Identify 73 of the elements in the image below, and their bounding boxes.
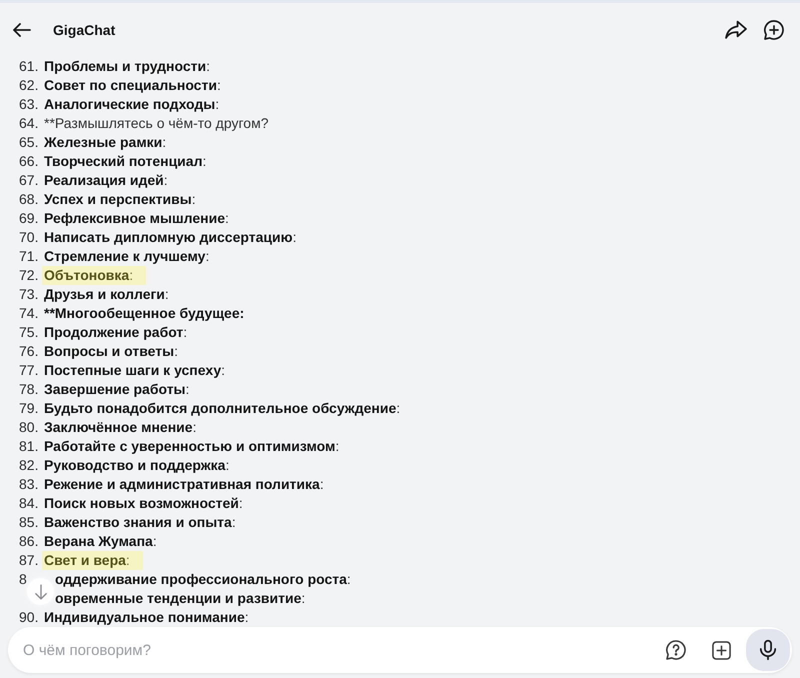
chat-bubble-plus-icon <box>764 20 784 40</box>
microphone-icon <box>760 639 776 661</box>
list-item-text: Железные рамки: <box>44 133 166 152</box>
list-item-text: Продолжение работ: <box>44 323 188 342</box>
item-number: 75. <box>19 324 38 340</box>
share-arrow-icon <box>725 20 747 40</box>
item-number: 79. <box>19 400 38 416</box>
chat-title: GigaChat <box>53 20 116 40</box>
list-item-text: **Многообещенное будущее: <box>44 304 244 323</box>
list-item-text: Заключённое мнение: <box>44 418 196 437</box>
list-item-text: Режение и административная политика: <box>44 475 324 494</box>
list-item-text: Постепные шаги к успеху: <box>44 361 225 380</box>
message-input[interactable]: О чём поговорим? <box>23 635 663 665</box>
question-bubble-icon <box>666 640 686 660</box>
list-item-text: Работайте с уверенностью и оптимизмом: <box>44 437 340 456</box>
item-number: 69. <box>19 210 38 226</box>
plus-square-icon <box>712 640 730 660</box>
item-number: 85. <box>19 514 38 530</box>
message-field[interactable]: О чём поговорим? <box>8 627 792 673</box>
arrow-down-icon <box>34 584 46 600</box>
list-item-text: Верана Жумапа: <box>44 532 157 551</box>
scroll-down-button[interactable] <box>27 578 54 605</box>
item-number: 90. <box>19 609 38 625</box>
list-item-text: овременные тенденции и развитие: <box>55 589 306 608</box>
microphone-button[interactable] <box>746 629 790 671</box>
list-item-text: Завершение работы: <box>44 380 190 399</box>
list-item-text: Реализация идей: <box>44 171 168 190</box>
item-number: 86. <box>19 533 38 549</box>
item-number: 67. <box>19 172 38 188</box>
list-item-text: Вопросы и ответы: <box>44 342 178 361</box>
item-number: 68. <box>19 191 38 207</box>
item-number: 62. <box>19 77 38 93</box>
item-number: 72. <box>19 267 38 283</box>
item-number: 87. <box>19 552 38 568</box>
back-arrow-icon <box>13 21 31 39</box>
list-item-text: Проблемы и трудности: <box>44 57 210 76</box>
item-number: 77. <box>19 362 38 378</box>
list-item-text: Успех и перспективы: <box>44 190 196 209</box>
help-button[interactable] <box>663 637 689 663</box>
highlighted-item-text: Обътоновка: <box>42 266 146 285</box>
item-number: 65. <box>19 134 38 150</box>
list-item-text: Написать дипломную диссертацию: <box>44 228 296 247</box>
list-item-text: оддерживание профессионального роста: <box>55 570 351 589</box>
item-number: 80. <box>19 419 38 435</box>
item-number: 66. <box>19 153 38 169</box>
list-item-text: **Размышлятесь о чём-то другом? <box>44 114 268 133</box>
list-item-text: Руководство и поддержка: <box>44 456 230 475</box>
item-number: 83. <box>19 476 38 492</box>
list-item-text: Совет по специальности: <box>44 76 221 95</box>
list-item-text: Аналогические подходы: <box>44 95 220 114</box>
item-number: 71. <box>19 248 38 264</box>
list-item-text: Друзья и коллеги: <box>44 285 169 304</box>
item-number: 63. <box>19 96 38 112</box>
item-number: 73. <box>19 286 38 302</box>
item-number: 82. <box>19 457 38 473</box>
item-number: 84. <box>19 495 38 511</box>
list-item-text: Творческий потенциал: <box>44 152 206 171</box>
item-number: 78. <box>19 381 38 397</box>
item-number: 76. <box>19 343 38 359</box>
item-number: 64. <box>19 115 38 131</box>
list-item-text: Поиск новых возможностей: <box>44 494 243 513</box>
list-item-text: Индивидуальное понимание: <box>44 608 249 627</box>
list-item-text: Важенство знания и опыта: <box>44 513 236 532</box>
list-item-text: Стремление к лучшему: <box>44 247 210 266</box>
new-chat-button[interactable] <box>762 18 786 42</box>
item-number: 61. <box>19 58 38 74</box>
list-item-text: Будьто понадобится дополнительное обсуждение: <box>44 399 400 418</box>
item-number: 81. <box>19 438 38 454</box>
highlighted-item-text: Свет и вера: <box>42 551 143 570</box>
item-number: 74. <box>19 305 38 321</box>
item-number: 8 <box>19 571 27 587</box>
list-item-text: Рефлексивное мышление: <box>44 209 229 228</box>
item-number: 70. <box>19 229 38 245</box>
